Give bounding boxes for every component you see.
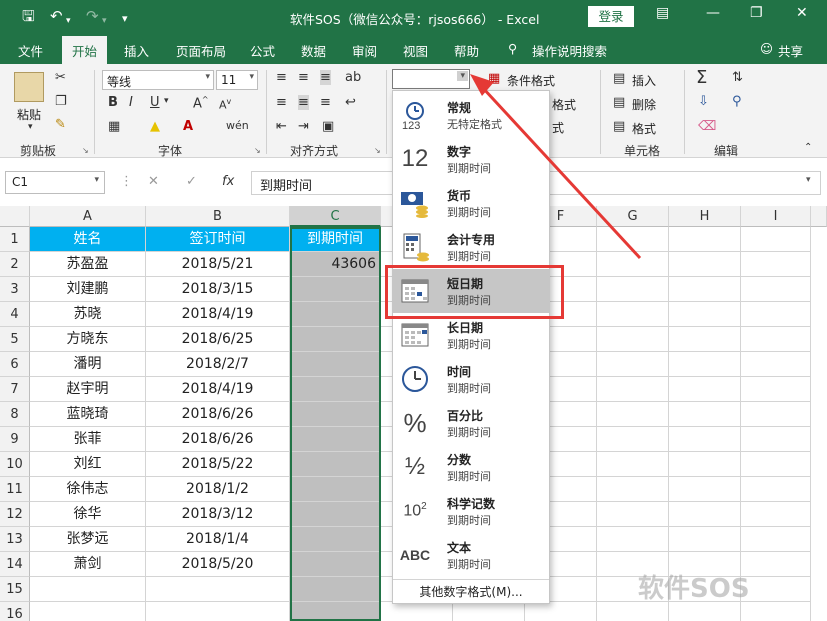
- arrow-shaft: [480, 85, 642, 260]
- annotation-arrow: [470, 74, 642, 260]
- watermark: 软件SOS: [638, 574, 750, 604]
- arrow-head: [470, 74, 494, 96]
